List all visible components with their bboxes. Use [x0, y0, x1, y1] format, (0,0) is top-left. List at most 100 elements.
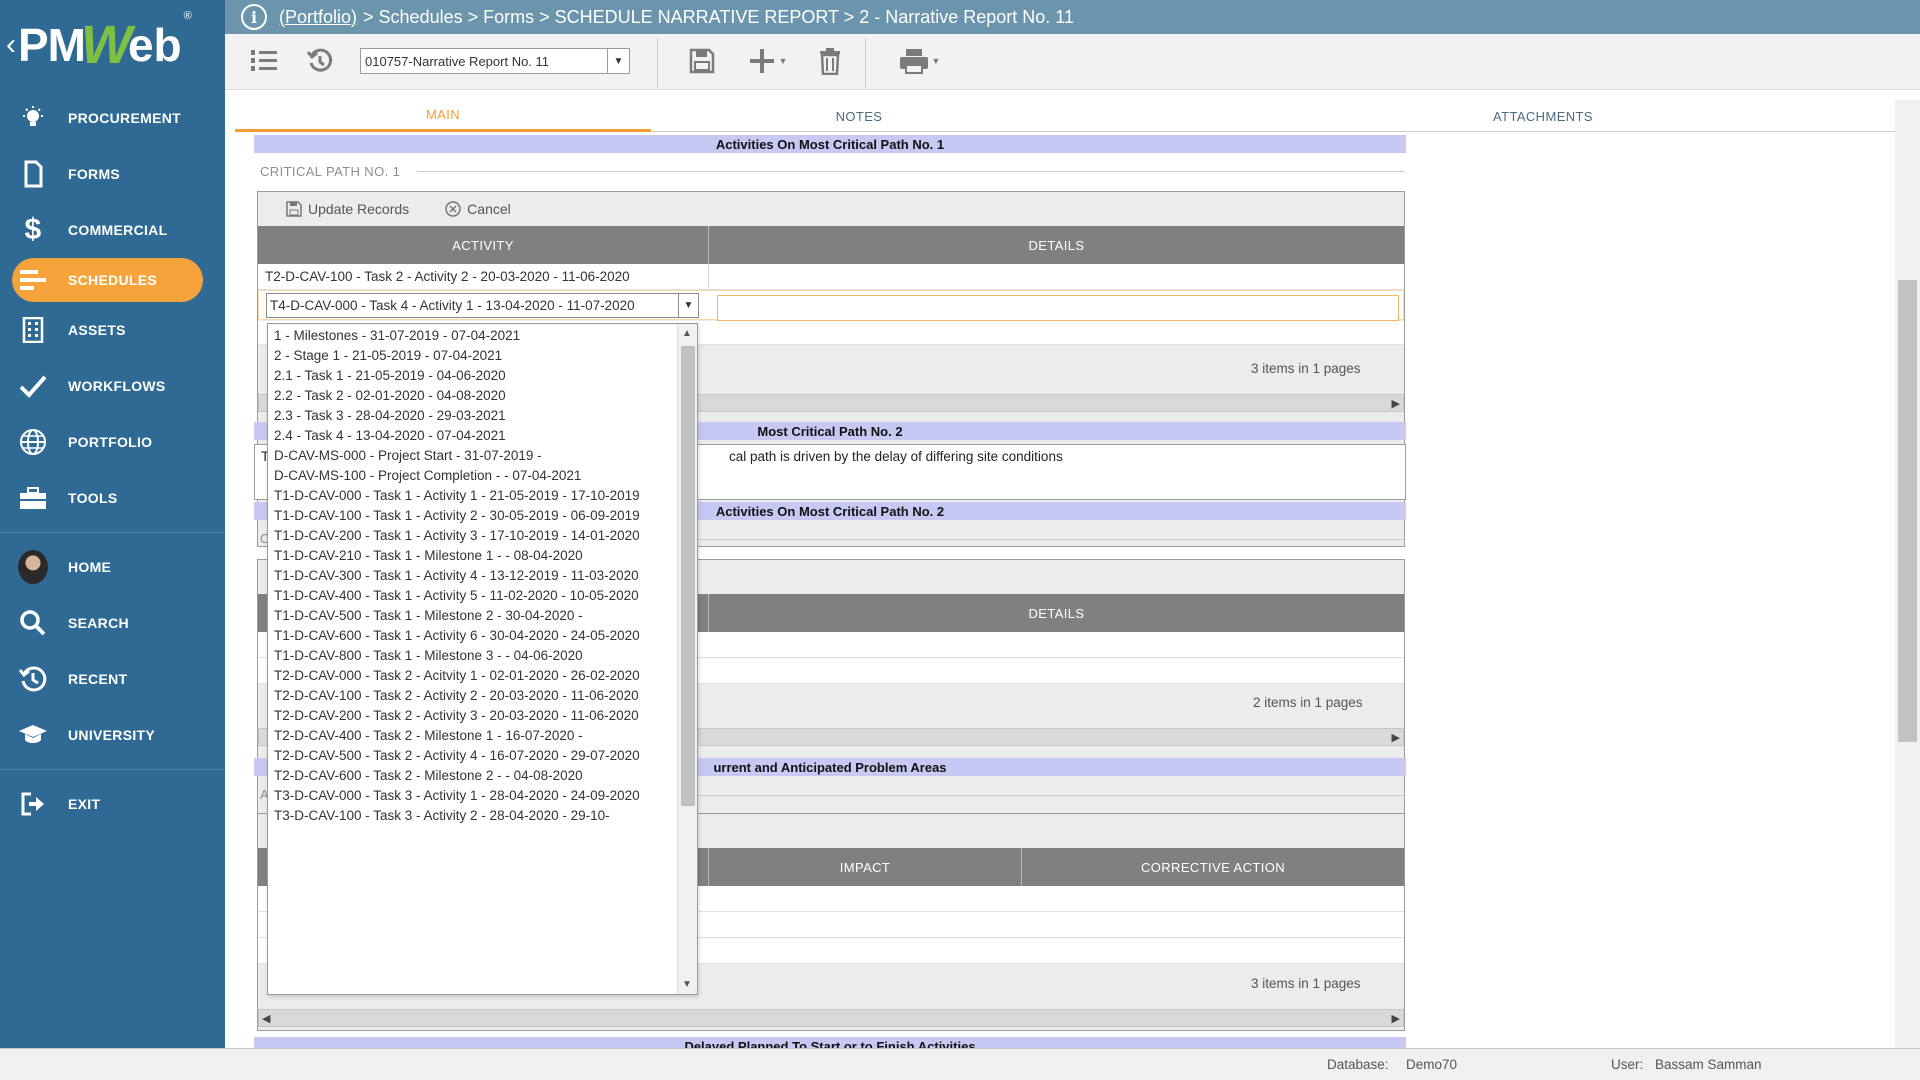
dropdown-option[interactable]: T1-D-CAV-500 - Task 1 - Milestone 2 - 30… [274, 606, 673, 626]
sidebar-item-schedules[interactable]: SCHEDULES [12, 258, 203, 302]
dropdown-option[interactable]: T2-D-CAV-500 - Task 2 - Activity 4 - 16-… [274, 746, 673, 766]
globe-icon [18, 427, 48, 457]
activity-combobox[interactable]: T4-D-CAV-000 - Task 4 - Activity 1 - 13-… [266, 293, 699, 318]
column-header-activity[interactable]: ACTIVITY [258, 226, 709, 264]
sidebar-item-commercial[interactable]: $ COMMERCIAL [0, 202, 225, 258]
section-band-critical-path-1: Activities On Most Critical Path No. 1 [254, 135, 1406, 153]
sidebar-item-label: COMMERCIAL [68, 222, 168, 238]
pmweb-logo[interactable]: ‹ PM W eb ® [0, 0, 225, 90]
dropdown-option[interactable]: 2.3 - Task 3 - 28-04-2020 - 29-03-2021 [274, 406, 673, 426]
scrollbar-thumb[interactable] [681, 346, 695, 806]
column-header-corrective-action[interactable]: CORRECTIVE ACTION [1022, 848, 1404, 886]
document-icon [18, 159, 48, 189]
breadcrumb-portfolio-link[interactable]: (Portfolio) [279, 7, 357, 28]
details-input[interactable] [717, 295, 1399, 321]
chevron-down-icon[interactable]: ▼ [678, 294, 698, 317]
column-header-details[interactable]: DETAILS [709, 594, 1404, 632]
sidebar-item-forms[interactable]: FORMS [0, 146, 225, 202]
activity-dropdown-list[interactable]: 1 - Milestones - 31-07-2019 - 07-04-2021… [267, 323, 698, 995]
column-header-details[interactable]: DETAILS [709, 226, 1404, 264]
sidebar-item-label: WORKFLOWS [68, 378, 166, 394]
column-header-impact[interactable]: IMPACT [709, 848, 1022, 886]
main-content: Activities On Most Critical Path No. 1 C… [225, 133, 1895, 1048]
sidebar-item-university[interactable]: UNIVERSITY [0, 707, 225, 763]
dropdown-option[interactable]: T3-D-CAV-100 - Task 3 - Activity 2 - 28-… [274, 806, 673, 826]
dropdown-option[interactable]: 2.2 - Task 2 - 02-01-2020 - 04-08-2020 [274, 386, 673, 406]
scroll-up-icon[interactable]: ▲ [682, 328, 692, 339]
print-icon[interactable]: ▼ [893, 44, 945, 78]
sidebar-item-workflows[interactable]: WORKFLOWS [0, 358, 225, 414]
tab-main[interactable]: MAIN [235, 100, 651, 132]
dropdown-option[interactable]: T2-D-CAV-600 - Task 2 - Milestone 2 - - … [274, 766, 673, 786]
update-records-button[interactable]: Update Records [286, 201, 409, 217]
sidebar-item-label: PROCUREMENT [68, 110, 181, 126]
dropdown-option[interactable]: T1-D-CAV-210 - Task 1 - Milestone 1 - - … [274, 546, 673, 566]
activity-cell[interactable]: T2-D-CAV-100 - Task 2 - Activity 2 - 20-… [258, 264, 709, 289]
print-dropdown-chevron-icon[interactable]: ▼ [932, 56, 941, 66]
form-tabs: MAIN NOTES ATTACHMENTS [235, 100, 1895, 132]
dropdown-option[interactable]: T1-D-CAV-000 - Task 1 - Activity 1 - 21-… [274, 486, 673, 506]
dropdown-option[interactable]: 1 - Milestones - 31-07-2019 - 07-04-2021 [274, 326, 673, 346]
cancel-button[interactable]: Cancel [445, 201, 511, 217]
breadcrumb: > Schedules > Forms > SCHEDULE NARRATIVE… [363, 6, 1074, 27]
horizontal-scrollbar[interactable]: ◀ ▶ [258, 1009, 1404, 1027]
delete-icon[interactable] [813, 44, 847, 78]
sidebar-item-assets[interactable]: ASSETS [0, 302, 225, 358]
sidebar-divider [0, 532, 225, 533]
info-icon[interactable]: i [241, 4, 267, 30]
dropdown-option[interactable]: D-CAV-MS-100 - Project Completion - - 07… [274, 466, 673, 486]
logo-eb: eb [127, 19, 182, 71]
grid-pager: 3 items in 1 pages [1251, 361, 1361, 376]
scroll-right-icon[interactable]: ▶ [1392, 1012, 1400, 1025]
scroll-right-icon[interactable]: ▶ [1392, 731, 1400, 744]
dropdown-option[interactable]: T2-D-CAV-000 - Task 2 - Acitvity 1 - 02-… [274, 666, 673, 686]
sidebar-item-exit[interactable]: EXIT [0, 776, 225, 832]
dropdown-option[interactable]: T3-D-CAV-000 - Task 3 - Activity 1 - 28-… [274, 786, 673, 806]
grid-pager: 2 items in 1 pages [1253, 695, 1363, 710]
history-icon[interactable] [303, 44, 337, 78]
dropdown-option[interactable]: T1-D-CAV-400 - Task 1 - Activity 5 - 11-… [274, 586, 673, 606]
scroll-right-icon[interactable]: ▶ [1392, 397, 1400, 410]
dropdown-option[interactable]: D-CAV-MS-000 - Project Start - 31-07-201… [274, 446, 673, 466]
dropdown-option[interactable]: T1-D-CAV-100 - Task 1 - Activity 2 - 30-… [274, 506, 673, 526]
dropdown-option[interactable]: T2-D-CAV-100 - Task 2 - Activity 2 - 20-… [274, 686, 673, 706]
dropdown-vertical-scrollbar[interactable]: ▲ ▼ [677, 324, 697, 994]
sidebar-item-search[interactable]: SEARCH [0, 595, 225, 651]
dropdown-option[interactable]: 2.4 - Task 4 - 13-04-2020 - 07-04-2021 [274, 426, 673, 446]
table-row[interactable]: T2-D-CAV-100 - Task 2 - Activity 2 - 20-… [258, 264, 1404, 290]
dropdown-option[interactable]: 2 - Stage 1 - 21-05-2019 - 07-04-2021 [274, 346, 673, 366]
activity-combobox-value: T4-D-CAV-000 - Task 4 - Activity 1 - 13-… [270, 298, 635, 313]
dropdown-option[interactable]: T2-D-CAV-200 - Task 2 - Activity 3 - 20-… [274, 706, 673, 726]
dropdown-option[interactable]: T1-D-CAV-600 - Task 1 - Activity 6 - 30-… [274, 626, 673, 646]
record-select[interactable]: 010757-Narrative Report No. 11 ▼ [360, 48, 630, 74]
logo-reg: ® [183, 10, 192, 22]
section-divider [417, 171, 1405, 172]
sidebar-item-portfolio[interactable]: PORTFOLIO [0, 414, 225, 470]
sidebar-item-recent[interactable]: RECENT [0, 651, 225, 707]
toolbar-divider [865, 38, 866, 88]
dropdown-option[interactable]: T1-D-CAV-200 - Task 1 - Activity 3 - 17-… [274, 526, 673, 546]
dropdown-option[interactable]: T1-D-CAV-300 - Task 1 - Activity 4 - 13-… [274, 566, 673, 586]
tab-notes[interactable]: NOTES [651, 100, 1067, 132]
user-value: Bassam Samman [1655, 1057, 1762, 1072]
tab-attachments[interactable]: ATTACHMENTS [1335, 100, 1751, 132]
scroll-left-icon[interactable]: ◀ [262, 1012, 270, 1025]
record-select-value: 010757-Narrative Report No. 11 [365, 53, 550, 69]
save-icon[interactable] [685, 44, 719, 78]
add-icon[interactable]: ▼ [741, 44, 793, 78]
scrollbar-thumb[interactable] [1898, 280, 1917, 742]
sidebar-item-home[interactable]: HOME [0, 539, 225, 595]
page-vertical-scrollbar[interactable] [1895, 100, 1920, 1048]
grid-pager: 3 items in 1 pages [1251, 976, 1361, 991]
sidebar-item-procurement[interactable]: PROCUREMENT [0, 90, 225, 146]
add-dropdown-chevron-icon[interactable]: ▼ [779, 56, 788, 66]
sidebar-item-tools[interactable]: TOOLS [0, 470, 225, 526]
chevron-down-icon[interactable]: ▼ [607, 49, 629, 73]
list-view-icon[interactable] [247, 44, 281, 78]
sidebar-item-label: EXIT [68, 796, 101, 812]
building-icon [18, 315, 48, 345]
dropdown-option[interactable]: T1-D-CAV-800 - Task 1 - Milestone 3 - - … [274, 646, 673, 666]
dropdown-option[interactable]: T2-D-CAV-400 - Task 2 - Milestone 1 - 16… [274, 726, 673, 746]
dropdown-option[interactable]: 2.1 - Task 1 - 21-05-2019 - 04-06-2020 [274, 366, 673, 386]
scroll-down-icon[interactable]: ▼ [682, 979, 692, 990]
